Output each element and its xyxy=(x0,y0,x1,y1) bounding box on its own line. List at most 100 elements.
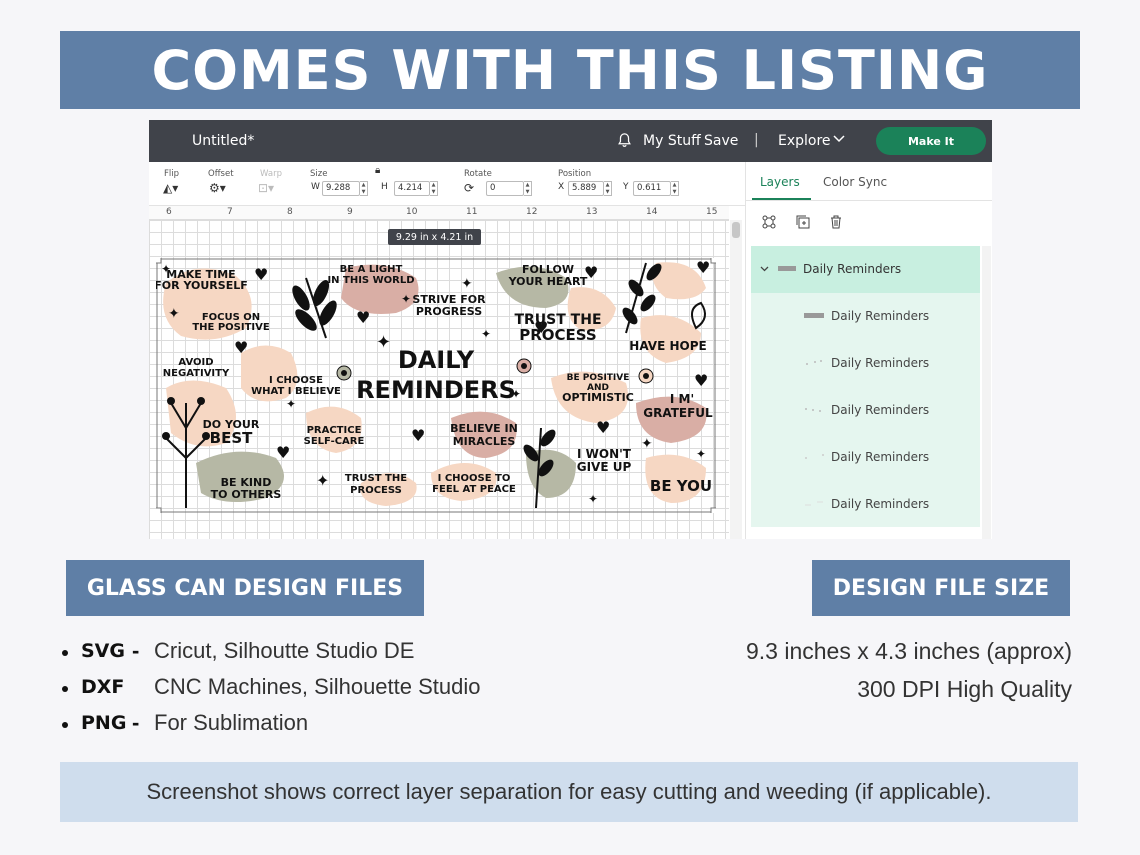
width-input[interactable]: 9.288 xyxy=(322,181,360,196)
design-text: WHAT I BELIEVE xyxy=(251,386,341,397)
width-stepper[interactable]: ▲ ▼ xyxy=(360,181,368,196)
x-input[interactable]: 5.889 xyxy=(568,181,604,196)
canvas-scrollbar[interactable] xyxy=(730,220,742,539)
group-icon[interactable] xyxy=(761,214,777,230)
format-desc: Cricut, Silhoutte Studio DE xyxy=(154,638,415,663)
layer-row[interactable]: Daily Reminders xyxy=(751,387,980,434)
design-text: THE POSITIVE xyxy=(192,322,270,333)
layer-row[interactable]: Daily Reminders xyxy=(751,481,980,528)
format-dash: - xyxy=(132,674,139,700)
svg-text:♥: ♥ xyxy=(234,338,248,357)
design-text: PROGRESS xyxy=(416,305,482,318)
layer-name: Daily Reminders xyxy=(831,450,930,464)
ruler-tick: 9 xyxy=(347,207,353,217)
x-label: X xyxy=(558,182,565,192)
format-item: SVG - Cricut, Silhoutte Studio DE xyxy=(62,636,562,666)
design-text: DAILY xyxy=(398,346,475,374)
scrollbar-thumb[interactable] xyxy=(732,222,740,238)
y-input[interactable]: 0.611 xyxy=(633,181,671,196)
app-header: Untitled* My Stuff Save | Explore Make I… xyxy=(149,120,992,162)
design-text: BELIEVE IN xyxy=(450,422,518,435)
design-text: PRACTICE xyxy=(307,425,362,436)
x-stepper[interactable]: ▲ ▼ xyxy=(604,181,612,196)
size-dimensions: 9.3 inches x 4.3 inches (approx) xyxy=(745,638,1072,664)
save-button[interactable]: Save xyxy=(704,133,738,149)
design-text: SELF-CARE xyxy=(304,436,365,447)
height-input[interactable]: 4.214 xyxy=(394,181,430,196)
selection-dimensions: 9.29 in x 4.21 in xyxy=(388,229,481,245)
svg-text:✦: ✦ xyxy=(401,292,411,306)
lock-icon[interactable]: 🔒︎ xyxy=(375,165,380,176)
svg-text:✦: ✦ xyxy=(461,276,473,292)
svg-text:✦: ✦ xyxy=(588,492,598,506)
design-text: PROCESS xyxy=(519,326,596,344)
design-text: I CHOOSE xyxy=(269,375,323,386)
svg-text:♥: ♥ xyxy=(696,258,710,277)
design-text: OPTIMISTIC xyxy=(562,391,634,404)
make-it-button[interactable]: Make It xyxy=(876,127,986,155)
daily-reminders-design[interactable]: ♥♥♥ ♥♥♥ ♥♥♥ ♥ ✦✦ ✦✦ ✦✦ ✦✦ ✦✦ ✦✦ MAKE TIM… xyxy=(156,258,716,513)
format-item: DXF - CNC Machines, Silhouette Studio xyxy=(62,672,562,702)
ruler-tick: 6 xyxy=(166,207,172,217)
layer-row[interactable]: Daily Reminders xyxy=(751,434,980,481)
duplicate-icon[interactable] xyxy=(795,214,811,230)
tab-layers[interactable]: Layers xyxy=(760,175,800,189)
svg-text:✦: ✦ xyxy=(376,332,391,353)
design-text: PROCESS xyxy=(350,485,402,496)
design-text: FOR YOURSELF xyxy=(156,279,248,292)
design-text: I M' xyxy=(670,392,694,406)
footer-note: Screenshot shows correct layer separatio… xyxy=(60,762,1078,822)
layer-row[interactable]: Daily Reminders xyxy=(751,340,980,387)
tab-color-sync[interactable]: Color Sync xyxy=(823,175,887,189)
ruler-tick: 11 xyxy=(466,207,478,217)
my-stuff-link[interactable]: My Stuff xyxy=(643,133,701,149)
trash-icon[interactable] xyxy=(828,214,844,230)
svg-text:✦: ✦ xyxy=(481,327,491,341)
flip-label: Flip xyxy=(164,169,180,179)
height-label: H xyxy=(381,182,388,192)
ruler-tick: 12 xyxy=(526,207,538,217)
design-text: IN THIS WORLD xyxy=(327,275,414,286)
rotate-input[interactable]: 0 xyxy=(486,181,524,196)
warp-icon: ⊡▾ xyxy=(258,181,275,195)
design-text: BE POSITIVE xyxy=(567,373,630,383)
rotate-stepper[interactable]: ▲ ▼ xyxy=(524,181,532,196)
layer-thumbnail xyxy=(805,408,821,412)
design-text: TO OTHERS xyxy=(211,488,282,501)
size-label: Size xyxy=(310,169,328,179)
layer-row[interactable]: Daily Reminders xyxy=(751,293,980,340)
panel-scrollbar[interactable] xyxy=(982,246,991,539)
explore-menu[interactable]: Explore xyxy=(778,133,831,149)
layer-thumbnail xyxy=(805,501,823,506)
layer-name: Daily Reminders xyxy=(831,356,930,370)
ruler-tick: 15 xyxy=(706,207,718,217)
layer-name: Daily Reminders xyxy=(831,403,930,417)
offset-label: Offset xyxy=(208,169,234,179)
flip-icon[interactable]: ◭▾ xyxy=(163,181,178,195)
height-stepper[interactable]: ▲ ▼ xyxy=(430,181,438,196)
offset-icon[interactable]: ⚙▾ xyxy=(209,181,226,195)
ruler-tick: 8 xyxy=(287,207,293,217)
bullet-dot xyxy=(62,722,68,728)
ruler-tick: 14 xyxy=(646,207,658,217)
size-quality: 300 DPI High Quality xyxy=(857,676,1072,702)
chevron-down-icon[interactable] xyxy=(760,266,769,272)
design-text: I WON'T xyxy=(577,447,632,461)
nav-separator: | xyxy=(754,132,759,148)
design-text: BE YOU xyxy=(650,477,712,495)
chevron-down-icon[interactable] xyxy=(833,135,845,143)
design-text: NEGATIVITY xyxy=(163,368,230,379)
layer-name: Daily Reminders xyxy=(831,309,930,323)
design-text: FEEL AT PEACE xyxy=(432,484,516,495)
format-name: SVG xyxy=(81,640,125,662)
y-label: Y xyxy=(623,182,629,192)
design-text: YOUR HEART xyxy=(508,275,588,288)
design-text: GRATEFUL xyxy=(643,406,713,420)
svg-text:♥: ♥ xyxy=(276,443,290,462)
svg-text:✦: ✦ xyxy=(641,436,653,452)
format-desc: For Sublimation xyxy=(154,710,309,735)
y-stepper[interactable]: ▲ ▼ xyxy=(671,181,679,196)
layer-group-row[interactable]: Daily Reminders xyxy=(751,246,980,293)
files-heading: GLASS CAN DESIGN FILES xyxy=(66,560,424,616)
bell-icon[interactable] xyxy=(617,132,632,148)
